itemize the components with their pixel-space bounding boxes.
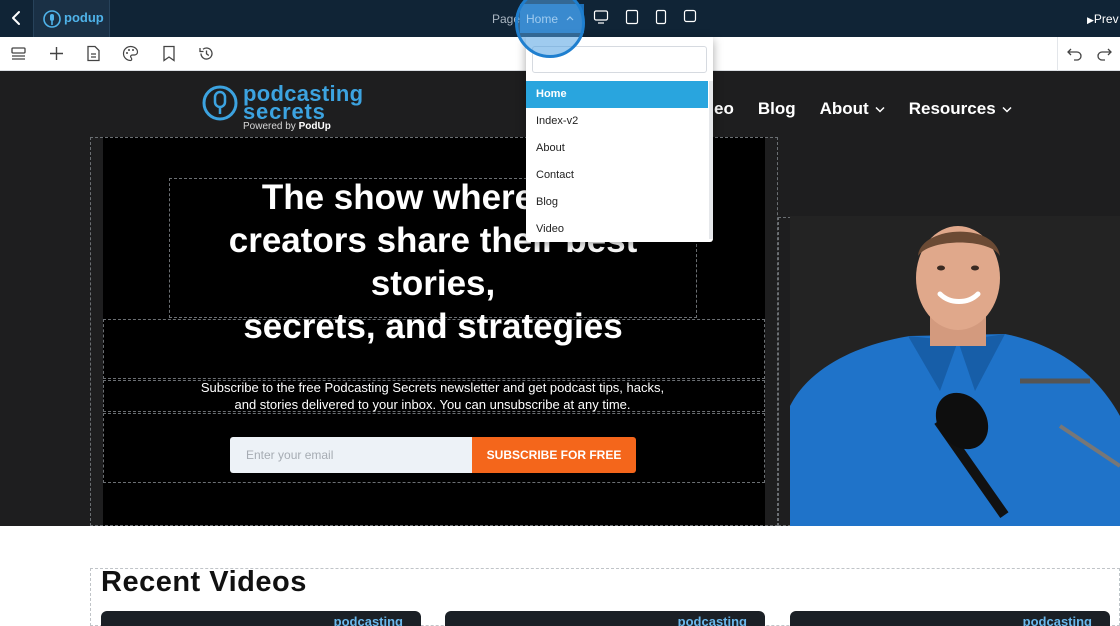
nav-item-blog[interactable]: Blog: [758, 99, 796, 119]
toolbar-divider: [1057, 37, 1058, 71]
nav-label: Blog: [757, 99, 796, 118]
chevron-down-icon: [875, 106, 885, 113]
nav-label: eo: [714, 99, 734, 118]
chevron-down-icon: [1002, 106, 1012, 113]
nav-item-about[interactable]: About: [820, 99, 885, 119]
headline-line-3: secrets, and strategies: [243, 307, 623, 346]
dropdown-scrollbar[interactable]: [709, 81, 713, 239]
nav-item-resources[interactable]: Resources: [909, 99, 1012, 119]
email-field[interactable]: [230, 437, 473, 473]
site-nav: eo Blog About Resources: [714, 98, 1036, 120]
preview-button[interactable]: ▶Prev: [1087, 12, 1119, 26]
page-search-input[interactable]: [532, 46, 707, 73]
square-view-icon[interactable]: [683, 9, 697, 23]
dropdown-item-home[interactable]: Home: [526, 81, 708, 108]
history-icon[interactable]: [198, 45, 215, 62]
layers-icon[interactable]: [10, 45, 27, 62]
video-card[interactable]: podcasting: [445, 611, 765, 626]
desktop-view-icon[interactable]: [593, 9, 609, 25]
chevron-up-icon: [566, 16, 574, 21]
page-selector[interactable]: Home: [520, 4, 584, 33]
podup-logo-text: podup: [64, 10, 104, 25]
video-card[interactable]: podcasting: [790, 611, 1110, 626]
site-logo[interactable]: podcasting secrets Powered by PodUp: [200, 81, 370, 133]
subscribe-description-line2: and stories delivered to your inbox. You…: [234, 397, 631, 412]
video-card[interactable]: podcasting: [101, 611, 421, 626]
play-icon: ▶: [1087, 15, 1094, 25]
card-logo-text: podcasting: [677, 614, 747, 626]
redo-icon[interactable]: [1096, 45, 1113, 62]
microphone-logo-icon: [202, 85, 238, 121]
palette-icon[interactable]: [122, 45, 139, 62]
dropdown-item-about[interactable]: About: [526, 135, 708, 162]
page-icon[interactable]: [86, 45, 101, 62]
nav-label: Resources: [908, 99, 996, 118]
powered-by-brand: PodUp: [298, 121, 331, 132]
undo-icon[interactable]: [1066, 45, 1083, 62]
bookmark-icon[interactable]: [162, 45, 176, 62]
subscribe-description[interactable]: Subscribe to the free Podcasting Secrets…: [180, 379, 685, 413]
host-portrait-image[interactable]: [790, 216, 1120, 526]
dropdown-item-index-v2[interactable]: Index-v2: [526, 108, 708, 135]
nav-label: About: [819, 99, 869, 118]
preview-label: Prev: [1093, 12, 1119, 26]
page-selector-value: Home: [526, 12, 559, 26]
nav-item-video[interactable]: eo: [714, 99, 734, 119]
podup-logo[interactable]: podup: [33, 0, 110, 37]
page-label: Page:: [492, 12, 524, 26]
add-element-icon[interactable]: [48, 45, 65, 62]
dropdown-item-contact[interactable]: Contact: [526, 162, 708, 189]
powered-by-prefix: Powered by: [243, 121, 299, 132]
page-dropdown-menu: Home Index-v2 About Contact Blog Video: [526, 37, 713, 242]
tablet-view-icon[interactable]: [625, 9, 639, 25]
podup-logo-icon: [43, 10, 61, 28]
mobile-view-icon[interactable]: [655, 9, 667, 25]
recent-videos-title[interactable]: Recent Videos: [101, 566, 307, 599]
subscribe-button[interactable]: SUBSCRIBE FOR FREE: [472, 437, 636, 473]
dropdown-item-video[interactable]: Video: [526, 216, 708, 243]
editor-topbar: podup Page: Home ▶Prev: [0, 0, 1120, 37]
card-logo-text: podcasting: [1022, 614, 1092, 626]
dropdown-item-blog[interactable]: Blog: [526, 189, 708, 216]
back-arrow-icon[interactable]: [6, 8, 26, 28]
card-logo-text: podcasting: [333, 614, 403, 626]
powered-by: Powered by PodUp: [243, 121, 331, 132]
subscribe-description-line1: Subscribe to the free Podcasting Secrets…: [200, 380, 665, 395]
